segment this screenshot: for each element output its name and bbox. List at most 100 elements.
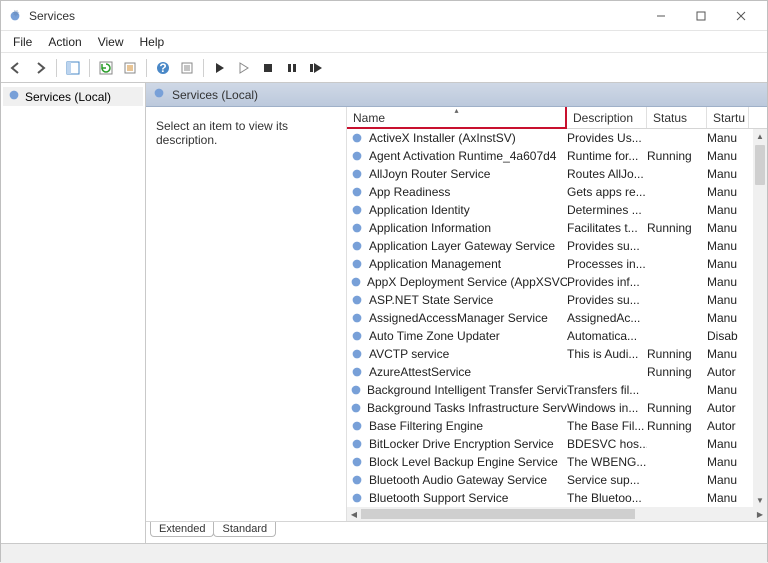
- scrollbar-thumb-h[interactable]: [361, 509, 635, 519]
- forward-button[interactable]: [29, 57, 51, 79]
- service-row[interactable]: ASP.NET State ServiceProvides su...Manu: [347, 291, 767, 309]
- service-icon: [349, 130, 365, 146]
- minimize-button[interactable]: [641, 2, 681, 30]
- service-row[interactable]: BitLocker Drive Encryption ServiceBDESVC…: [347, 435, 767, 453]
- start-service-alt-button[interactable]: [233, 57, 255, 79]
- service-icon: [349, 274, 363, 290]
- service-name: ASP.NET State Service: [369, 293, 493, 307]
- tab-extended[interactable]: Extended: [150, 522, 214, 537]
- vertical-scrollbar[interactable]: ▲ ▼: [753, 129, 767, 507]
- export-button[interactable]: [119, 57, 141, 79]
- menu-bar: File Action View Help: [1, 31, 767, 53]
- show-hide-tree-button[interactable]: [62, 57, 84, 79]
- service-startup-type: Manu: [707, 293, 749, 307]
- maximize-button[interactable]: [681, 2, 721, 30]
- service-icon: [349, 490, 365, 506]
- tree-node-label: Services (Local): [25, 90, 111, 104]
- service-row[interactable]: Base Filtering EngineThe Base Fil...Runn…: [347, 417, 767, 435]
- service-row[interactable]: AppX Deployment Service (AppXSVC)Provide…: [347, 273, 767, 291]
- scrollbar-thumb[interactable]: [755, 145, 765, 185]
- service-name: ActiveX Installer (AxInstSV): [369, 131, 516, 145]
- column-header-name[interactable]: Name ▴: [347, 107, 567, 128]
- service-name: AVCTP service: [369, 347, 449, 361]
- service-description: Facilitates t...: [567, 221, 647, 235]
- refresh-button[interactable]: [95, 57, 117, 79]
- menu-help[interactable]: Help: [132, 33, 173, 51]
- service-row[interactable]: Background Tasks Infrastructure ServiceW…: [347, 399, 767, 417]
- column-header-status[interactable]: Status: [647, 107, 707, 128]
- service-startup-type: Autor: [707, 419, 749, 433]
- service-row[interactable]: AVCTP serviceThis is Audi...RunningManu: [347, 345, 767, 363]
- service-row[interactable]: Bluetooth Support Service The Bluetoo... M…: [347, 489, 767, 507]
- service-row[interactable]: Bluetooth Audio Gateway ServiceService s…: [347, 471, 767, 489]
- column-header-startup-type[interactable]: Startu: [707, 107, 749, 128]
- service-name: AllJoyn Router Service: [369, 167, 490, 181]
- service-row[interactable]: Application IdentityDetermines ...Manu: [347, 201, 767, 219]
- pause-service-button[interactable]: [281, 57, 303, 79]
- window-controls: [641, 2, 761, 30]
- service-row[interactable]: Agent Activation Runtime_4a607d4 Runtime …: [347, 147, 767, 165]
- horizontal-scrollbar[interactable]: ◀ ▶: [347, 507, 767, 521]
- close-button[interactable]: [721, 2, 761, 30]
- tree-node-services-local[interactable]: Services (Local): [3, 87, 143, 106]
- service-status: Running: [647, 401, 707, 415]
- service-name: Application Management: [369, 257, 501, 271]
- service-row[interactable]: Application InformationFacilitates t...R…: [347, 219, 767, 237]
- service-description: Provides su...: [567, 239, 647, 253]
- service-description: Automatica...: [567, 329, 647, 343]
- service-row[interactable]: Auto Time Zone UpdaterAutomatica...Disab: [347, 327, 767, 345]
- service-name: Bluetooth Support Service: [369, 491, 508, 505]
- service-icon: [349, 328, 365, 344]
- service-icon: [349, 364, 365, 380]
- service-startup-type: Manu: [707, 455, 749, 469]
- service-name: AppX Deployment Service (AppXSVC): [367, 275, 567, 289]
- start-service-button[interactable]: [209, 57, 231, 79]
- toolbar: ?: [1, 53, 767, 83]
- scroll-down-icon[interactable]: ▼: [756, 493, 764, 507]
- scroll-left-icon[interactable]: ◀: [347, 510, 361, 519]
- scroll-up-icon[interactable]: ▲: [756, 129, 764, 143]
- service-row[interactable]: Application Layer Gateway ServiceProvide…: [347, 237, 767, 255]
- service-description: Provides inf...: [567, 275, 647, 289]
- back-button[interactable]: [5, 57, 27, 79]
- service-row[interactable]: AzureAttestServiceRunningAutor: [347, 363, 767, 381]
- service-startup-type: Manu: [707, 149, 749, 163]
- service-status: Running: [647, 365, 707, 379]
- service-row[interactable]: AllJoyn Router ServiceRoutes AllJo...Man…: [347, 165, 767, 183]
- menu-action[interactable]: Action: [40, 33, 89, 51]
- content-panel: Services (Local) Select an item to view …: [146, 83, 767, 543]
- service-icon: [349, 400, 363, 416]
- restart-service-button[interactable]: [305, 57, 327, 79]
- services-icon: [7, 88, 21, 105]
- menu-view[interactable]: View: [90, 33, 132, 51]
- service-row[interactable]: Application ManagementProcesses in...Man…: [347, 255, 767, 273]
- service-startup-type: Manu: [707, 275, 749, 289]
- service-description: Runtime for...: [567, 149, 647, 163]
- service-description: Gets apps re...: [567, 185, 647, 199]
- stop-service-button[interactable]: [257, 57, 279, 79]
- properties-button[interactable]: [176, 57, 198, 79]
- service-row[interactable]: ActiveX Installer (AxInstSV)Provides Us.…: [347, 129, 767, 147]
- service-row[interactable]: Block Level Backup Engine ServiceThe WBE…: [347, 453, 767, 471]
- service-row[interactable]: AssignedAccessManager ServiceAssignedAc.…: [347, 309, 767, 327]
- services-icon: [152, 86, 166, 103]
- scroll-right-icon[interactable]: ▶: [753, 510, 767, 519]
- service-description: Windows in...: [567, 401, 647, 415]
- service-description: The WBENG...: [567, 455, 647, 469]
- menu-file[interactable]: File: [5, 33, 40, 51]
- service-row[interactable]: App ReadinessGets apps re...Manu: [347, 183, 767, 201]
- service-startup-type: Manu: [707, 347, 749, 361]
- help-button[interactable]: ?: [152, 57, 174, 79]
- service-startup-type: Manu: [707, 203, 749, 217]
- service-row[interactable]: Background Intelligent Transfer ServiceT…: [347, 381, 767, 399]
- service-startup-type: Manu: [707, 491, 749, 505]
- service-icon: [349, 184, 365, 200]
- service-description: The Bluetoo...: [567, 491, 647, 505]
- service-icon: [349, 220, 365, 236]
- service-icon: [349, 256, 365, 272]
- tab-standard[interactable]: Standard: [213, 522, 276, 537]
- service-description: Service sup...: [567, 473, 647, 487]
- service-startup-type: Disab: [707, 329, 749, 343]
- service-name: Agent Activation Runtime_4a607d4: [369, 149, 556, 163]
- column-header-description[interactable]: Description: [567, 107, 647, 128]
